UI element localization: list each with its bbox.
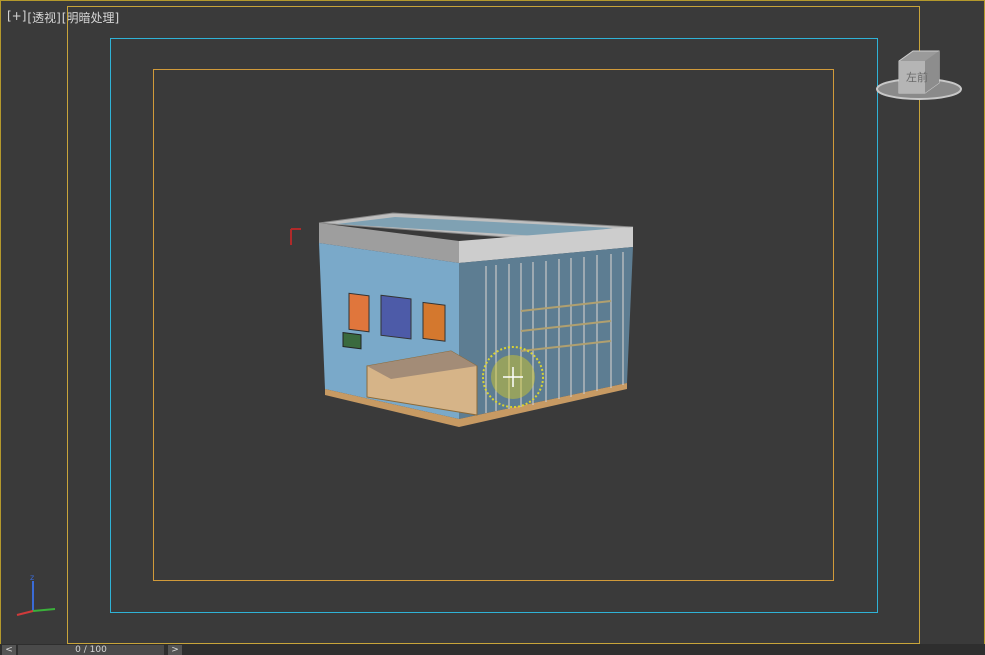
painting-small xyxy=(342,332,362,350)
painting-2 xyxy=(380,294,412,340)
time-slider[interactable]: 0 / 100 xyxy=(18,645,164,655)
viewport-menu-button[interactable]: [+] xyxy=(7,9,26,26)
viewcube-icon[interactable]: 左前 xyxy=(873,47,965,107)
time-slider-bar: < 0 / 100 > xyxy=(0,644,985,655)
painting-1 xyxy=(348,292,370,333)
prev-frame-button[interactable]: < xyxy=(2,645,16,655)
perspective-viewport[interactable]: [+] [透视] [明暗处理] 左前 z xyxy=(0,0,985,645)
axis-z-label: z xyxy=(30,573,34,582)
room-model[interactable] xyxy=(281,201,641,441)
viewcube[interactable]: 左前 xyxy=(873,47,965,107)
painting-3 xyxy=(422,301,446,342)
next-frame-button[interactable]: > xyxy=(168,645,182,655)
viewcube-face-label: 左前 xyxy=(906,70,928,84)
selection-bracket-icon xyxy=(290,228,301,245)
view-type-button[interactable]: [透视] xyxy=(27,9,60,26)
axis-tripod-icon: z xyxy=(16,573,56,616)
